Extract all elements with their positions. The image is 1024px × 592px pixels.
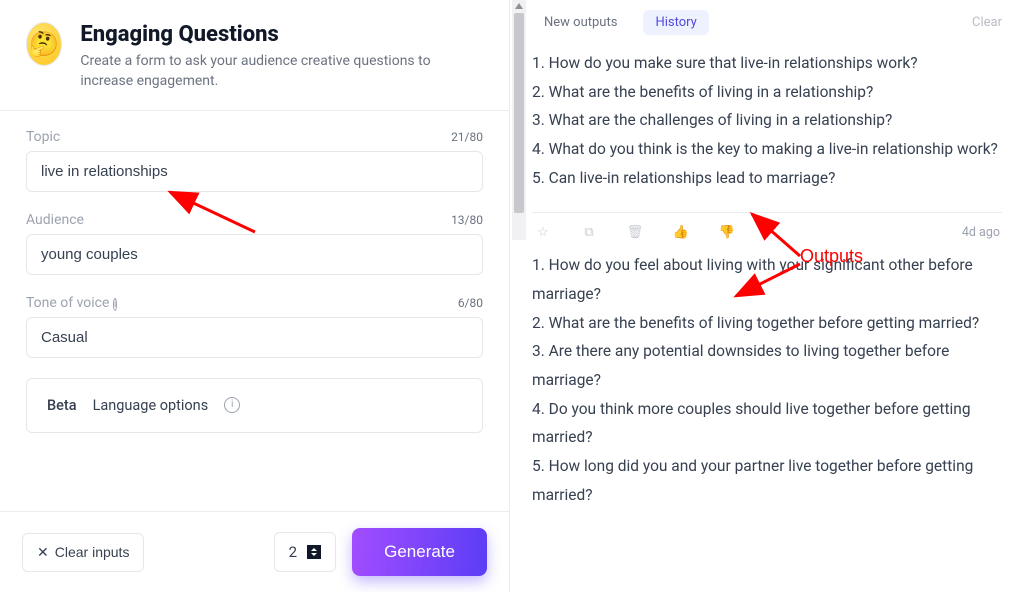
output-block: 1. How do you make sure that live-in rel… [532, 45, 1002, 204]
quantity-stepper[interactable]: 2 [274, 532, 336, 572]
tone-count: 6/80 [458, 296, 483, 310]
tab-new-outputs[interactable]: New outputs [532, 10, 629, 35]
language-options-label: Language options [93, 397, 209, 414]
tone-label: Tone of voice i [26, 295, 117, 311]
clear-inputs-button[interactable]: ✕ Clear inputs [22, 533, 144, 572]
info-icon[interactable]: i [113, 298, 117, 311]
output-block: 1. How do you feel about living with you… [532, 247, 1002, 521]
output-actions: ☆ ⧉ 🗑 👍 👎 4d ago [532, 215, 1002, 247]
field-tone: Tone of voice i 6/80 [26, 295, 483, 358]
topic-count: 21/80 [451, 130, 483, 144]
clear-outputs-link[interactable]: Clear [972, 15, 1002, 30]
footer: ✕ Clear inputs 2 Generate [0, 511, 509, 592]
app-emoji-icon: 🤔 [26, 22, 62, 66]
info-icon[interactable]: i [224, 397, 240, 413]
field-topic: Topic 21/80 [26, 129, 483, 192]
generate-button[interactable]: Generate [352, 528, 487, 576]
audience-input[interactable] [26, 234, 483, 275]
audience-label: Audience [26, 212, 84, 228]
copy-icon[interactable]: ⧉ [580, 223, 598, 241]
left-panel: 🤔 Engaging Questions Create a form to as… [0, 0, 510, 592]
thumbs-up-icon[interactable]: 👍 [672, 223, 690, 241]
field-audience: Audience 13/80 [26, 212, 483, 275]
tab-history[interactable]: History [643, 10, 708, 35]
delete-icon[interactable]: 🗑 [626, 223, 644, 241]
timestamp: 4d ago [962, 225, 1000, 240]
outputs-area[interactable]: 1. How do you make sure that live-in rel… [510, 43, 1024, 592]
form-area: Topic 21/80 Audience 13/80 Tone of voice… [0, 111, 509, 511]
page-subtitle: Create a form to ask your audience creat… [80, 51, 483, 92]
right-panel: New outputs History Clear 1. How do you … [510, 0, 1024, 592]
star-icon[interactable]: ☆ [534, 223, 552, 241]
header-texts: Engaging Questions Create a form to ask … [80, 22, 483, 92]
thumbs-down-icon[interactable]: 👎 [718, 223, 736, 241]
page-title: Engaging Questions [80, 22, 483, 47]
beta-badge: Beta [47, 397, 77, 414]
close-icon: ✕ [37, 544, 49, 561]
stepper-icon[interactable] [307, 545, 321, 559]
tone-label-text: Tone of voice [26, 295, 109, 311]
header: 🤔 Engaging Questions Create a form to as… [0, 0, 509, 110]
divider [532, 212, 1002, 213]
tone-input[interactable] [26, 317, 483, 358]
audience-count: 13/80 [451, 213, 483, 227]
clear-inputs-label: Clear inputs [55, 544, 130, 560]
language-options[interactable]: Beta Language options i [26, 378, 483, 433]
tabs: New outputs History Clear [510, 0, 1024, 43]
topic-input[interactable] [26, 151, 483, 192]
quantity-value: 2 [289, 543, 297, 561]
topic-label: Topic [26, 129, 60, 145]
